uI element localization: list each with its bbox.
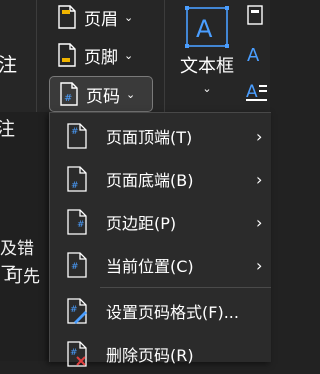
- chevron-down-icon: ⌄: [124, 10, 134, 24]
- page-number-button[interactable]: # 页码 ⌄: [49, 76, 153, 112]
- ribbon-separator: [36, 0, 37, 112]
- svg-text:#: #: [77, 220, 85, 230]
- menu-item-label: 页面底端(B): [106, 171, 194, 190]
- footer-button[interactable]: 页脚 ⌄: [48, 40, 150, 70]
- menu-item-top-of-page[interactable]: # 页面顶端(T) ›: [50, 116, 271, 156]
- menu-item-remove-page-numbers[interactable]: # 删除页码(R): [50, 334, 271, 374]
- menu-item-label: 页面顶端(T): [106, 128, 193, 147]
- svg-text:A: A: [247, 45, 260, 66]
- document-text-line: 可先: [6, 267, 40, 287]
- header-icon: [54, 4, 80, 30]
- textbox-button[interactable]: A: [176, 6, 238, 52]
- svg-text:#: #: [70, 305, 78, 315]
- ribbon: 注 页眉 ⌄ 页脚 ⌄ # 页码 ⌄ A 文本框 ⌄ A A: [0, 0, 270, 112]
- menu-item-label: 设置页码格式(F)...: [106, 303, 239, 322]
- chevron-right-icon: ›: [256, 212, 263, 232]
- header-button[interactable]: 页眉 ⌄: [48, 2, 150, 32]
- chevron-right-icon: ›: [256, 255, 263, 275]
- chevron-down-icon[interactable]: ⌄: [176, 82, 238, 95]
- svg-text:#: #: [71, 127, 79, 137]
- quick-parts-icon[interactable]: [246, 4, 264, 30]
- menu-item-label: 当前位置(C): [106, 257, 194, 276]
- textbox-label[interactable]: 文本框: [176, 52, 238, 78]
- svg-text:A: A: [196, 15, 213, 43]
- menu-item-bottom-of-page[interactable]: # 页面底端(B) ›: [50, 159, 271, 199]
- page-number-icon: #: [56, 81, 82, 107]
- menu-item-page-margins[interactable]: # 页边距(P) ›: [50, 202, 271, 242]
- textbox-icon: A: [185, 6, 229, 48]
- menu-separator: [100, 287, 271, 288]
- document-area[interactable]: 注 及错了 可先: [0, 112, 50, 361]
- chevron-down-icon: ⌄: [126, 87, 136, 101]
- chevron-right-icon: ›: [256, 169, 263, 189]
- left-fragment-text: 注: [0, 54, 18, 76]
- page-top-icon: #: [67, 123, 87, 149]
- footer-icon: [54, 42, 80, 68]
- footer-label: 页脚: [84, 47, 118, 68]
- ribbon-separator: [164, 0, 165, 112]
- svg-text:#: #: [64, 93, 72, 104]
- page-bottom-icon: #: [67, 166, 87, 192]
- page-number-menu: # 页面顶端(T) › # 页面底端(B) › # 页边距(P) › # 当前位…: [49, 112, 271, 367]
- chevron-down-icon: ⌄: [124, 48, 134, 62]
- page-number-label: 页码: [86, 86, 120, 107]
- svg-text:#: #: [71, 262, 79, 272]
- chevron-right-icon: ›: [256, 126, 263, 146]
- dropcap-icon[interactable]: A: [246, 80, 268, 106]
- page-margin-icon: #: [67, 209, 87, 235]
- svg-text:#: #: [71, 181, 79, 191]
- menu-item-current-position[interactable]: # 当前位置(C) ›: [50, 245, 271, 285]
- wordart-icon[interactable]: A: [246, 44, 268, 70]
- page-current-icon: #: [67, 252, 87, 278]
- header-label: 页眉: [84, 9, 118, 30]
- svg-text:#: #: [70, 348, 78, 358]
- format-page-number-icon: #: [67, 298, 87, 324]
- remove-page-number-icon: #: [67, 341, 87, 367]
- left-fragment-text: 注: [0, 118, 16, 140]
- menu-item-format-page-numbers[interactable]: # 设置页码格式(F)...: [50, 291, 271, 331]
- menu-item-label: 页边距(P): [106, 214, 177, 233]
- menu-item-label: 删除页码(R): [106, 346, 194, 365]
